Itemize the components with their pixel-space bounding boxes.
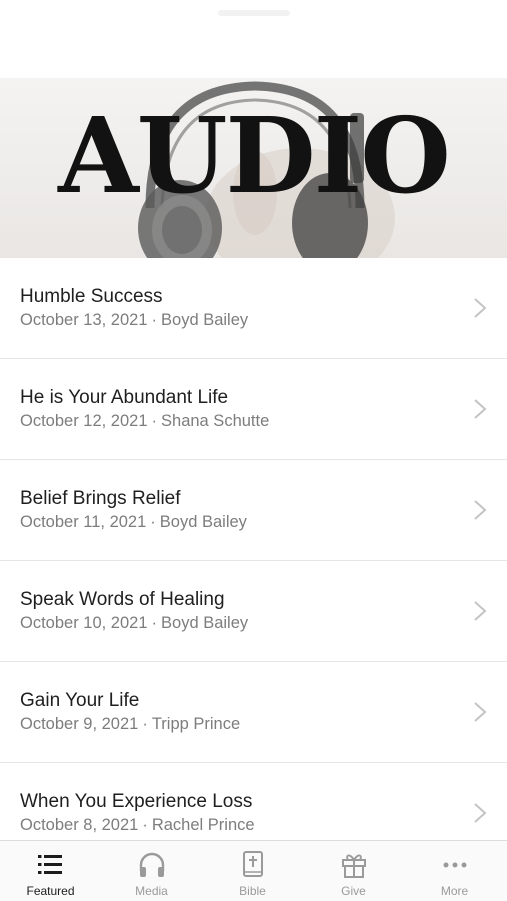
episode-title: Gain Your Life <box>20 690 140 711</box>
episode-author: Rachel Prince <box>151 816 255 834</box>
tab-more[interactable]: More <box>404 841 505 901</box>
list-item[interactable]: Gain Your Life October 9, 2021 · Tripp Pri… <box>0 662 507 763</box>
episode-title: Humble Success <box>20 286 163 307</box>
chevron-right-icon <box>474 601 487 621</box>
chevron-right-icon <box>474 803 487 823</box>
episode-meta: October 9, 2021 · Tripp Prince <box>20 715 241 733</box>
episode-title: Belief Brings Relief <box>20 488 181 509</box>
episode-meta: October 12, 2021 · Shana Schutte <box>20 412 270 430</box>
chevron-right-icon <box>474 298 487 318</box>
list-icon <box>38 855 62 874</box>
episode-date: October 10, 2021 <box>20 614 148 632</box>
tab-label: Give <box>341 884 366 898</box>
tab-media[interactable]: Media <box>101 841 202 901</box>
headphones-icon <box>139 852 165 877</box>
episode-meta: October 8, 2021 · Rachel Prince <box>20 816 255 834</box>
chevron-right-icon <box>474 399 487 419</box>
episode-meta: October 11, 2021 · Boyd Bailey <box>20 513 247 531</box>
list-item[interactable]: Speak Words of Healing October 10, 2021 ·… <box>0 561 507 662</box>
tab-give[interactable]: Give <box>303 841 404 901</box>
list-item[interactable]: He is Your Abundant Life October 12, 202… <box>0 359 507 460</box>
episode-date: October 8, 2021 <box>20 816 139 834</box>
bible-icon <box>243 851 263 877</box>
audio-banner: AUDIO <box>0 78 507 258</box>
episode-author: Tripp Prince <box>151 715 241 733</box>
episode-date: October 11, 2021 <box>20 513 147 531</box>
tab-bible[interactable]: Bible <box>202 841 303 901</box>
episode-title: Speak Words of Healing <box>20 589 225 610</box>
chevron-right-icon <box>474 702 487 722</box>
episode-date: October 13, 2021 <box>20 311 148 329</box>
status-bar <box>0 0 507 78</box>
tab-featured[interactable]: Featured <box>0 841 101 901</box>
tab-bar: Featured Media Bible Give More <box>0 840 507 901</box>
tab-label: Bible <box>239 884 266 898</box>
tab-label: Featured <box>26 884 75 898</box>
episode-author: Boyd Bailey <box>159 513 247 531</box>
list-item[interactable]: Belief Brings Relief October 11, 2021 · Bo… <box>0 460 507 561</box>
episode-author: Shana Schutte <box>161 412 270 430</box>
episode-author: Boyd Bailey <box>161 311 249 329</box>
banner-title: AUDIO <box>58 94 451 217</box>
episode-meta: October 13, 2021 · Boyd Bailey <box>20 311 249 329</box>
episode-date: October 12, 2021 <box>20 412 148 430</box>
chevron-right-icon <box>474 500 487 520</box>
tab-label: Media <box>135 884 168 898</box>
episode-list: Humble Success October 13, 2021 · Boyd Bai… <box>0 258 507 864</box>
episode-title: When You Experience Loss <box>20 791 253 812</box>
more-dots-icon <box>443 862 467 868</box>
episode-meta: October 10, 2021 · Boyd Bailey <box>20 614 249 632</box>
gift-icon <box>342 854 366 878</box>
episode-author: Boyd Bailey <box>161 614 249 632</box>
episode-title: He is Your Abundant Life <box>20 387 229 408</box>
status-indicator <box>218 10 290 16</box>
tab-label: More <box>440 884 469 898</box>
episode-date: October 9, 2021 <box>20 715 139 733</box>
list-item[interactable]: Humble Success October 13, 2021 · Boyd Bai… <box>0 258 507 359</box>
